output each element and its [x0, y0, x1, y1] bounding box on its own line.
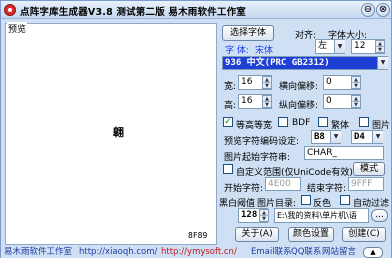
- image-start-input[interactable]: CHAR_: [304, 146, 384, 160]
- font-size-spinner[interactable]: ▲ ▼: [375, 40, 385, 53]
- preview-char-code: 8F89: [188, 231, 208, 240]
- v-offset-spinner[interactable]: ▲ ▼: [351, 95, 361, 108]
- status-bar: 易木雨软件工作室 http://xiaoqh.com/ http://ymyso…: [1, 246, 391, 258]
- invert-checkbox[interactable]: [301, 195, 311, 205]
- spin-down-icon[interactable]: ▼: [260, 216, 268, 222]
- minimize-button[interactable]: ⊖: [361, 3, 375, 17]
- v-offset-value: 0: [326, 96, 332, 106]
- spin-down-icon[interactable]: ▼: [352, 102, 360, 108]
- bdf-label: BDF: [292, 118, 311, 128]
- threshold-spinner[interactable]: ▲ ▼: [259, 209, 269, 222]
- browse-button[interactable]: ...: [371, 209, 388, 222]
- create-button[interactable]: 创建(C): [342, 227, 386, 242]
- end-char-label: 结束字符:: [307, 184, 347, 194]
- monospace-label: 等高等宽: [236, 121, 273, 131]
- custom-range-checkbox[interactable]: [223, 164, 233, 174]
- encoding-preset-label: 预览字符编码设定:: [224, 137, 300, 147]
- h-offset-label: 横向偏移:: [279, 82, 319, 92]
- chevron-down-icon[interactable]: ▼: [377, 57, 388, 69]
- guestbook-link[interactable]: 网站留言: [322, 246, 356, 258]
- width-spinner[interactable]: ▲ ▼: [262, 76, 272, 89]
- font-size-value: 12: [354, 41, 366, 51]
- start-char-input[interactable]: 4E00: [265, 177, 301, 191]
- byte1-value: B8: [314, 132, 325, 142]
- select-font-button[interactable]: 选择字体: [222, 25, 274, 41]
- preview-panel: [5, 23, 217, 245]
- font-name: 宋体: [255, 46, 274, 56]
- title-bar[interactable]: 点阵字库生成器V3.8 测试第二版 易木雨软件工作室 ⊖ ⊗: [1, 1, 391, 19]
- monospace-checkbox[interactable]: ✓: [223, 117, 233, 127]
- charset-value: 936 中文(PRC GB2312): [225, 58, 330, 68]
- image-start-value: CHAR_: [307, 148, 337, 158]
- email-link[interactable]: Email联系: [251, 246, 292, 258]
- start-char-value: 4E00: [268, 179, 291, 189]
- scroll-up-button[interactable]: ▲: [363, 247, 383, 258]
- spin-down-icon[interactable]: ▼: [352, 83, 360, 89]
- align-value: 左: [318, 41, 328, 51]
- width-label: 宽:: [224, 82, 237, 92]
- start-char-label: 开始字符:: [224, 184, 264, 194]
- chevron-down-icon[interactable]: ▼: [372, 131, 383, 143]
- chevron-down-icon[interactable]: ▼: [334, 40, 345, 53]
- spin-down-icon[interactable]: ▼: [263, 102, 271, 108]
- charset-select[interactable]: 936 中文(PRC GB2312): [222, 56, 388, 70]
- color-settings-button[interactable]: 颜色设置: [288, 227, 334, 242]
- font-prefix-label: 字 体:: [225, 46, 249, 56]
- image-dir-input[interactable]: E:\我的资料\单片机\语: [274, 208, 369, 223]
- app-icon: [4, 4, 16, 16]
- auto-filter-checkbox[interactable]: [340, 195, 350, 205]
- image-dir-value: E:\我的资料\单片机\语: [277, 211, 357, 220]
- traditional-checkbox[interactable]: [318, 117, 328, 127]
- v-offset-label: 纵向偏移:: [279, 101, 319, 111]
- about-button[interactable]: 关于(A): [235, 227, 279, 242]
- studio-link[interactable]: 易木雨软件工作室: [4, 246, 72, 258]
- preview-glyph: 翶: [113, 126, 124, 139]
- threshold-value: 128: [241, 210, 258, 220]
- align-label: 对齐:: [295, 31, 317, 41]
- preview-label: 预览: [7, 22, 28, 35]
- spin-down-icon[interactable]: ▼: [376, 47, 384, 53]
- width-value: 16: [241, 77, 253, 87]
- image-start-label: 图片起始字符串:: [224, 153, 291, 163]
- spin-down-icon[interactable]: ▼: [263, 83, 271, 89]
- height-spinner[interactable]: ▲ ▼: [262, 95, 272, 108]
- height-value: 16: [241, 96, 253, 106]
- main-window: 点阵字库生成器V3.8 测试第二版 易木雨软件工作室 ⊖ ⊗ 预览 翶 8F89…: [0, 0, 392, 258]
- h-offset-spinner[interactable]: ▲ ▼: [351, 76, 361, 89]
- byte2-value: D4: [354, 132, 365, 142]
- mode-button[interactable]: 模式: [353, 162, 385, 176]
- height-label: 高:: [224, 101, 237, 111]
- url-link-2[interactable]: http://ymysoft.cn/: [161, 246, 237, 258]
- url-link-1[interactable]: http://xiaoqh.com/: [79, 246, 157, 258]
- chevron-down-icon[interactable]: ▼: [330, 131, 341, 143]
- end-char-value: 9FFF: [351, 179, 373, 189]
- image-checkbox[interactable]: [359, 117, 369, 127]
- window-title: 点阵字库生成器V3.8 测试第二版 易木雨软件工作室: [20, 7, 246, 18]
- h-offset-value: 0: [326, 77, 332, 87]
- end-char-input[interactable]: 9FFF: [348, 177, 384, 191]
- bdf-checkbox[interactable]: [278, 117, 288, 127]
- qq-link[interactable]: QQ联系: [291, 246, 321, 258]
- close-button[interactable]: ⊗: [376, 3, 390, 17]
